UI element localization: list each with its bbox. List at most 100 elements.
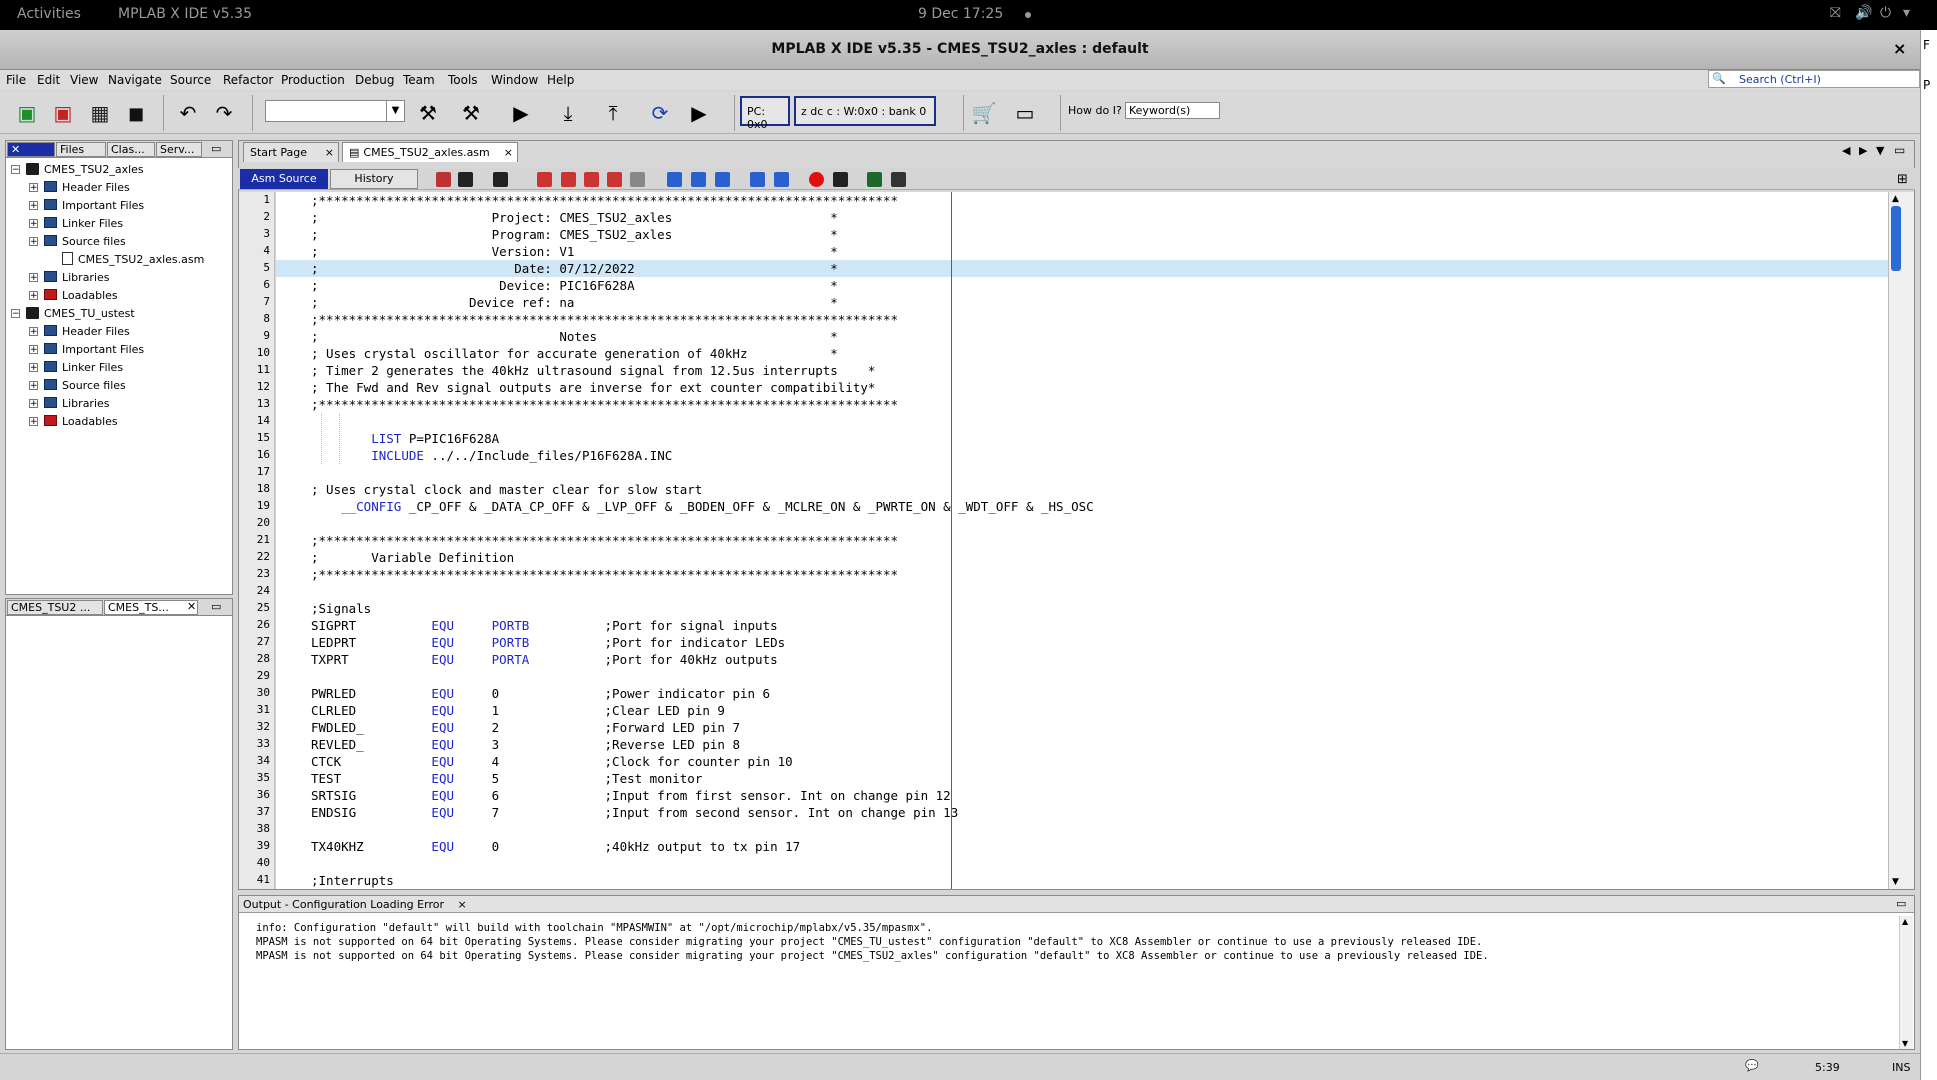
toggle-bookmark-icon[interactable] — [715, 172, 730, 187]
tree-item[interactable]: − CMES_TU_ustest — [11, 305, 135, 322]
code-line[interactable]: FWDLED_ EQU 2 ;Forward LED pin 7 — [311, 719, 740, 736]
code-line[interactable]: ;Interrupts — [311, 872, 394, 889]
toggle-rect-select-icon[interactable] — [630, 172, 645, 187]
save-all-button[interactable]: ◼ — [123, 100, 149, 126]
code-line[interactable]: INCLUDE ../../Include_files/P16F628A.INC — [311, 447, 672, 464]
find-selection-icon[interactable] — [537, 172, 552, 187]
code-line[interactable]: ; Version: V1 * — [311, 243, 838, 260]
make-program-button[interactable]: ⤓ — [555, 100, 581, 126]
code-line[interactable]: TXPRT EQU PORTA ;Port for 40kHz outputs — [311, 651, 778, 668]
code-line[interactable]: TEST EQU 5 ;Test monitor — [311, 770, 702, 787]
new-project-button[interactable]: ▣ — [14, 100, 40, 126]
tree-item[interactable]: + Important Files — [29, 341, 144, 358]
code-line[interactable]: SIGPRT EQU PORTB ;Port for signal inputs — [311, 617, 778, 634]
minimize-icon[interactable]: ▭ — [208, 142, 230, 157]
tab-list-icon[interactable]: ▼ — [1876, 144, 1884, 157]
clean-build-button[interactable]: ⚒ — [458, 100, 484, 126]
expand-toggle-icon[interactable]: + — [29, 399, 38, 409]
next-bookmark-icon[interactable] — [691, 172, 706, 187]
expand-toggle-icon[interactable]: + — [29, 381, 38, 391]
split-editor-icon[interactable]: ⊞ — [1897, 172, 1908, 187]
debug-button[interactable]: ▶ — [686, 100, 712, 126]
menu-edit[interactable]: Edit — [37, 73, 60, 87]
tab-nav-1[interactable]: CMES_TSU2 ... — [7, 600, 103, 615]
tab-files[interactable]: Files — [56, 142, 106, 157]
expand-toggle-icon[interactable]: + — [29, 417, 38, 427]
menu-help[interactable]: Help — [547, 73, 574, 87]
app-menu[interactable]: MPLAB X IDE v5.35 — [118, 6, 252, 22]
code-line[interactable]: ENDSIG EQU 7 ;Input from second sensor. … — [311, 804, 958, 821]
tree-item[interactable]: + Header Files — [29, 323, 130, 340]
back-icon[interactable] — [458, 172, 473, 187]
scroll-tabs-left-icon[interactable]: ◀ — [1842, 144, 1850, 157]
tree-item[interactable]: + Loadables — [29, 287, 118, 304]
tree-item[interactable]: + Source files — [29, 233, 126, 250]
run-button[interactable]: ▶ — [508, 100, 534, 126]
menu-file[interactable]: File — [6, 73, 26, 87]
expand-toggle-icon[interactable]: + — [29, 291, 38, 301]
code-line[interactable]: __CONFIG _CP_OFF & _DATA_CP_OFF & _LVP_O… — [311, 498, 1094, 515]
tab-asm-file[interactable]: ▤ CMES_TSU2_axles.asm × — [342, 142, 518, 162]
expand-toggle-icon[interactable]: − — [11, 165, 20, 175]
tree-item[interactable]: + Source files — [29, 377, 126, 394]
minimize-icon[interactable]: ▭ — [1896, 897, 1906, 910]
dashboard-button[interactable]: ▭ — [1012, 100, 1038, 126]
tab-projects[interactable]: ✕ — [7, 142, 55, 157]
expand-toggle-icon[interactable]: + — [29, 237, 38, 247]
code-line[interactable]: CTCK EQU 4 ;Clock for counter pin 10 — [311, 753, 793, 770]
code-line[interactable]: LEDPRT EQU PORTB ;Port for indicator LED… — [311, 634, 785, 651]
code-line[interactable]: ;***************************************… — [311, 532, 898, 549]
expand-toggle-icon[interactable]: + — [29, 219, 38, 229]
code-line[interactable]: ; Device ref: na * — [311, 294, 838, 311]
close-icon[interactable]: ✕ — [184, 600, 198, 615]
clock[interactable]: 9 Dec 17:25 — [918, 6, 1003, 22]
expand-toggle-icon[interactable]: + — [29, 345, 38, 355]
code-line[interactable]: ; The Fwd and Rev signal outputs are inv… — [311, 379, 875, 396]
notifications-icon[interactable]: 💬 — [1745, 1059, 1759, 1072]
code-line[interactable]: ;***************************************… — [311, 396, 898, 413]
redo-button[interactable]: ↷ — [211, 100, 237, 126]
code-line[interactable]: ; Uses crystal oscillator for accurate g… — [311, 345, 838, 362]
tree-item[interactable]: + Linker Files — [29, 215, 123, 232]
expand-toggle-icon[interactable]: + — [29, 201, 38, 211]
history-button[interactable]: History — [330, 169, 418, 189]
power-icon[interactable]: ⏻ — [1880, 5, 1891, 21]
code-line[interactable]: TX40KHZ EQU 0 ;40kHz output to tx pin 17 — [311, 838, 800, 855]
scroll-down-icon[interactable]: ▼ — [1902, 1039, 1908, 1048]
minimize-icon[interactable]: ▭ — [208, 600, 230, 615]
record-macro-icon[interactable] — [809, 172, 824, 187]
scroll-tabs-right-icon[interactable]: ▶ — [1859, 144, 1867, 157]
close-icon[interactable]: × — [1893, 39, 1906, 58]
tree-item[interactable]: − CMES_TSU2_axles — [11, 161, 144, 178]
network-icon[interactable]: ⛝ — [1830, 5, 1841, 21]
code-line[interactable]: ; Notes * — [311, 328, 838, 345]
keyword-input[interactable]: Keyword(s) — [1125, 102, 1220, 119]
code-line[interactable]: ; Variable Definition — [311, 549, 514, 566]
code-editor[interactable]: ;***************************************… — [276, 192, 1888, 889]
last-edit-icon[interactable] — [436, 172, 451, 187]
volume-icon[interactable]: 🔊 — [1855, 5, 1872, 21]
find-previous-icon[interactable] — [561, 172, 576, 187]
code-line[interactable]: SRTSIG EQU 6 ;Input from first sensor. I… — [311, 787, 951, 804]
code-line[interactable]: ;***************************************… — [311, 192, 898, 209]
code-line[interactable]: REVLED_ EQU 3 ;Reverse LED pin 8 — [311, 736, 740, 753]
shift-left-icon[interactable] — [750, 172, 765, 187]
tab-services[interactable]: Serv... — [156, 142, 202, 157]
find-next-icon[interactable] — [584, 172, 599, 187]
tree-item[interactable]: CMES_TSU2_axles.asm — [62, 251, 204, 268]
asm-source-button[interactable]: Asm Source — [240, 169, 328, 189]
comment-icon[interactable] — [867, 172, 882, 187]
close-icon[interactable]: × — [325, 146, 334, 159]
code-line[interactable]: ;***************************************… — [311, 566, 898, 583]
menu-window[interactable]: Window — [491, 73, 538, 87]
activities-button[interactable]: Activities — [17, 6, 81, 22]
code-line[interactable]: PWRLED EQU 0 ;Power indicator pin 6 — [311, 685, 770, 702]
store-button[interactable]: 🛒 — [971, 100, 997, 126]
reset-button[interactable]: ⟳ — [647, 100, 673, 126]
scroll-down-icon[interactable]: ▼ — [1892, 877, 1899, 887]
tab-start-page[interactable]: Start Page × — [243, 142, 339, 162]
code-line[interactable]: ; Program: CMES_TSU2_axles * — [311, 226, 838, 243]
new-file-button[interactable]: ▣ — [50, 100, 76, 126]
tree-item[interactable]: + Libraries — [29, 269, 110, 286]
read-device-button[interactable]: ⤒ — [600, 100, 626, 126]
